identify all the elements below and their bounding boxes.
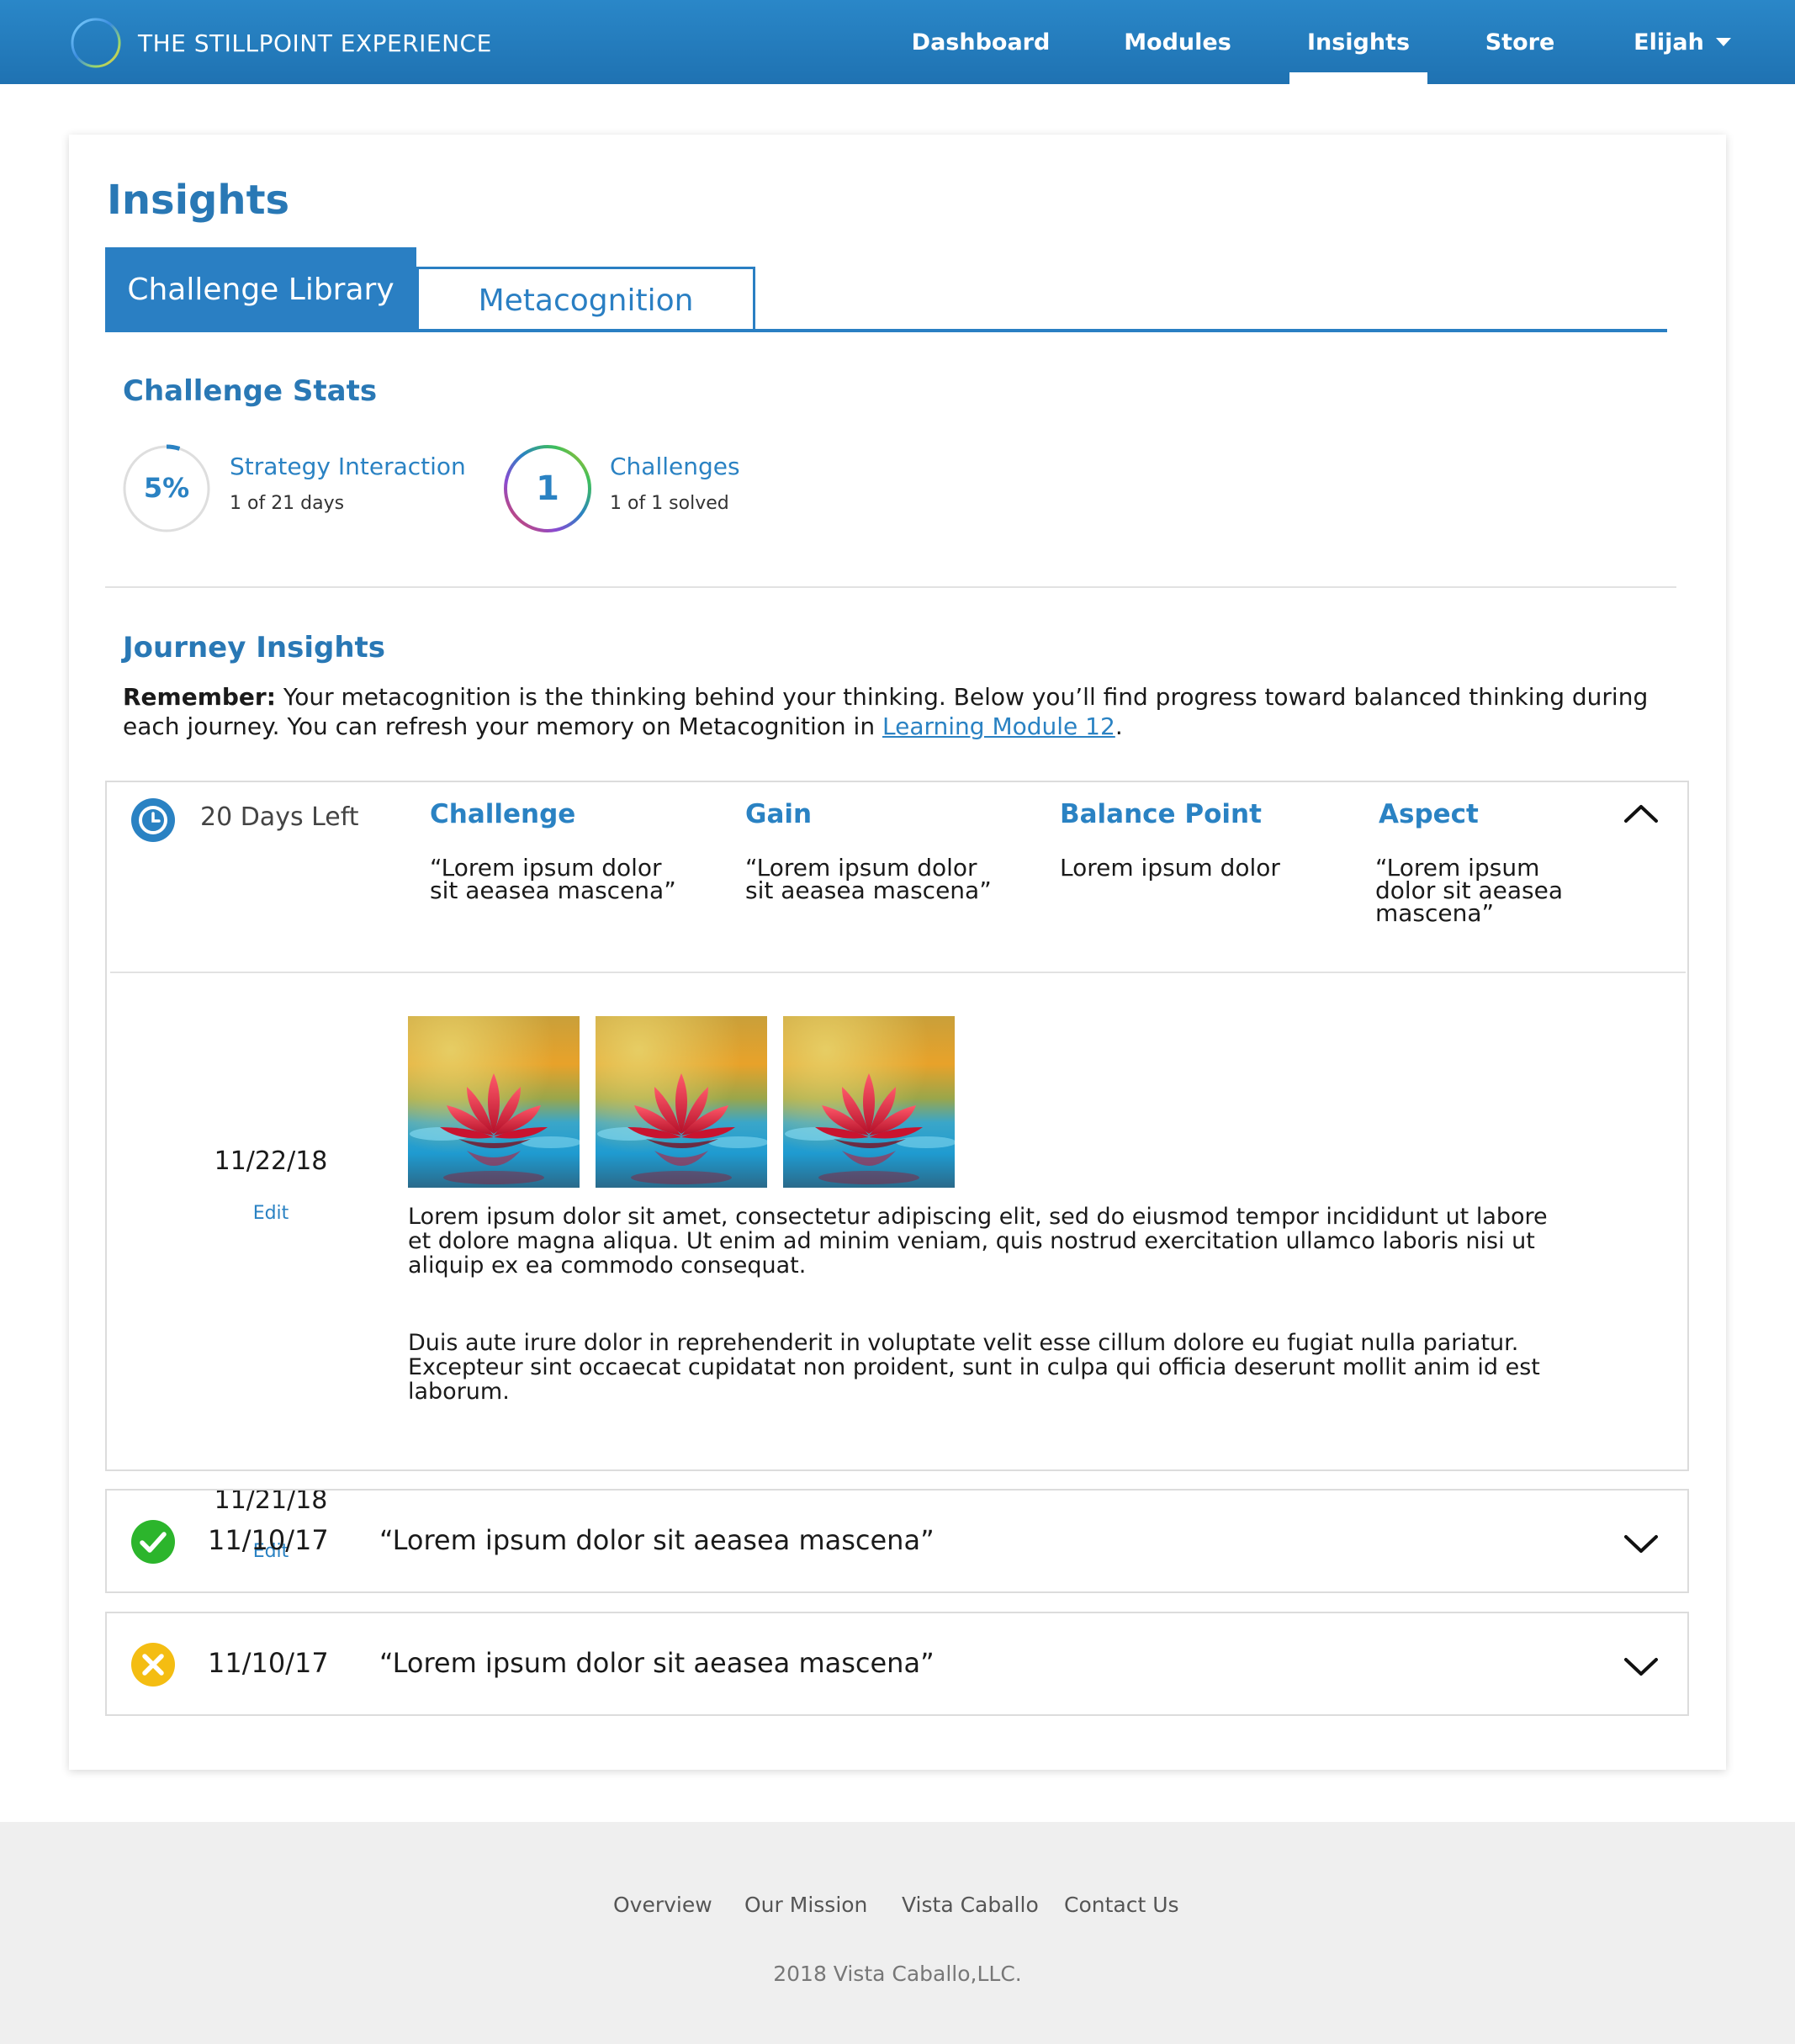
current-journey-panel: 20 Days Left Challenge “Lorem ipsum dolo… xyxy=(105,781,1689,1562)
tab-underline xyxy=(105,329,1667,332)
challenge-stats-title: Challenge Stats xyxy=(123,374,378,408)
footer-link-our-mission[interactable]: Our Mission xyxy=(744,1893,867,1917)
stat-challenges: 1 xyxy=(503,444,592,537)
stat-value: 1 xyxy=(536,469,559,508)
journey-insights-title: Journey Insights xyxy=(123,631,386,665)
caret-down-icon xyxy=(1715,38,1731,46)
nav-item-insights[interactable]: Insights xyxy=(1289,0,1427,84)
panel-divider xyxy=(110,972,1686,973)
page-title: Insights xyxy=(107,177,290,224)
ring-logo-icon xyxy=(71,18,121,68)
progress-ring: 1 xyxy=(504,445,591,532)
column-head-challenge: Challenge xyxy=(430,799,576,829)
tab-metacognition[interactable]: Metacognition xyxy=(416,267,755,331)
column-value-challenge: “Lorem ipsum dolor sit aeasea mascena” xyxy=(430,854,676,904)
days-left: 20 Days Left xyxy=(200,802,359,832)
chevron-down-icon[interactable] xyxy=(1623,1531,1660,1556)
learning-module-link[interactable]: Learning Module 12 xyxy=(882,712,1115,740)
stat-label: Strategy Interaction xyxy=(230,453,466,480)
lotus-photo[interactable] xyxy=(408,1016,580,1188)
column-head-gain: Gain xyxy=(745,799,813,829)
lotus-photo[interactable] xyxy=(783,1016,955,1188)
chevron-down-icon[interactable] xyxy=(1623,1654,1660,1679)
past-journey-row[interactable]: 11/10/17 “Lorem ipsum dolor sit aeasea m… xyxy=(105,1489,1689,1593)
footer-link-contact-us[interactable]: Contact Us xyxy=(1064,1893,1179,1917)
remember-label: Remember: xyxy=(123,683,276,711)
lotus-photo[interactable] xyxy=(596,1016,767,1188)
column-value-gain: “Lorem ipsum dolor sit aeasea mascena” xyxy=(745,854,992,904)
edit-link[interactable]: Edit xyxy=(107,1203,435,1224)
tab-challenge-library[interactable]: Challenge Library xyxy=(105,247,416,331)
row-date: 11/10/17 xyxy=(208,1647,329,1679)
stat-sub: 1 of 1 solved xyxy=(610,493,729,514)
nav-item-modules[interactable]: Modules xyxy=(1102,0,1253,84)
column-head-aspect: Aspect xyxy=(1379,799,1479,829)
insights-card: Insights Challenge Library Metacognition… xyxy=(69,135,1726,1770)
chevron-up-icon[interactable] xyxy=(1623,801,1660,826)
brand-name: THE STILLPOINT EXPERIENCE xyxy=(138,29,492,57)
footer: Overview Our Mission Vista Caballo Conta… xyxy=(0,1822,1795,2044)
row-quote: “Lorem ipsum dolor sit aeasea mascena” xyxy=(379,1647,935,1679)
entry-text: Lorem ipsum dolor sit amet, consectetur … xyxy=(408,1204,1548,1279)
past-journey-row[interactable]: 11/10/17 “Lorem ipsum dolor sit aeasea m… xyxy=(105,1612,1689,1716)
progress-ring: 5% xyxy=(122,444,211,533)
column-head-balance-point: Balance Point xyxy=(1060,799,1262,829)
copyright: 2018 Vista Caballo,LLC. xyxy=(773,1962,1022,1986)
stat-label: Challenges xyxy=(610,453,740,480)
brand[interactable]: THE STILLPOINT EXPERIENCE xyxy=(69,17,492,69)
x-circle-icon xyxy=(131,1643,175,1687)
section-divider xyxy=(105,586,1676,588)
row-quote: “Lorem ipsum dolor sit aeasea mascena” xyxy=(379,1524,935,1556)
footer-link-overview[interactable]: Overview xyxy=(613,1893,712,1917)
user-name: Elijah xyxy=(1634,29,1704,56)
clock-icon xyxy=(131,798,175,842)
remember-note: Remember: Your metacognition is the thin… xyxy=(123,682,1679,741)
row-date: 11/10/17 xyxy=(208,1524,329,1556)
nav-item-store[interactable]: Store xyxy=(1474,0,1566,84)
stat-value: 5% xyxy=(144,472,189,504)
stat-sub: 1 of 21 days xyxy=(230,493,345,514)
entry-text: Duis aute irure dolor in reprehenderit i… xyxy=(408,1330,1540,1405)
footer-link-vista-caballo[interactable]: Vista Caballo xyxy=(902,1893,1039,1917)
entry-date: 11/22/18 xyxy=(214,1146,328,1176)
top-navigation-bar: THE STILLPOINT EXPERIENCE Dashboard Modu… xyxy=(0,0,1795,84)
check-circle-icon xyxy=(131,1520,175,1564)
remember-end: . xyxy=(1115,712,1123,740)
user-menu[interactable]: Elijah xyxy=(1628,0,1737,84)
stat-strategy-interaction: 5% xyxy=(122,444,211,537)
nav-item-dashboard[interactable]: Dashboard xyxy=(902,0,1060,84)
column-value-balance-point: Lorem ipsum dolor xyxy=(1060,854,1280,882)
column-value-aspect: “Lorem ipsum dolor sit aeasea mascena” xyxy=(1375,854,1563,927)
